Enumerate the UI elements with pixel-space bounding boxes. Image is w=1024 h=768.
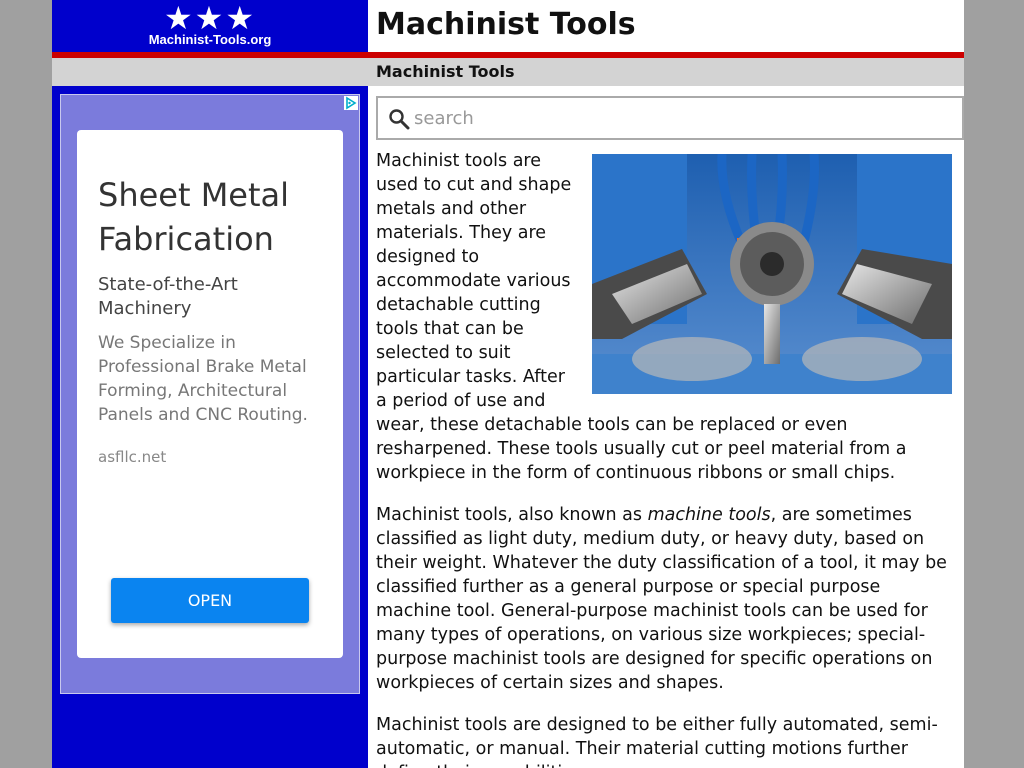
paragraph-classification-rest: , are sometimes classified as light duty… <box>376 505 947 693</box>
search-icon[interactable] <box>388 108 410 130</box>
paragraph-classification: Machinist tools, also known as machine t… <box>376 503 960 695</box>
advertisement[interactable]: Sheet Metal Fabrication State-of-the-Art… <box>60 94 360 694</box>
search-box[interactable] <box>376 96 964 140</box>
logo-stars: ★★★ <box>163 0 257 37</box>
site-logo[interactable]: ★★★ Machinist-Tools.org <box>52 0 368 52</box>
sidebar: Sheet Metal Fabrication State-of-the-Art… <box>52 86 368 768</box>
ad-subheadline: State-of-the-Art Machinery <box>98 274 238 319</box>
page: ★★★ Machinist-Tools.org Machinist Tools … <box>52 0 964 768</box>
paragraph-classification-start: Machinist tools, also known as <box>376 505 648 525</box>
ad-url[interactable]: asfllc.net <box>98 448 166 466</box>
machine-tool-photo <box>592 154 952 394</box>
adchoices-icon[interactable] <box>344 96 358 110</box>
logo-text: Machinist-Tools.org <box>148 32 272 47</box>
breadcrumb[interactable]: Machinist Tools <box>376 58 514 85</box>
page-title: Machinist Tools <box>376 7 636 42</box>
machine-tools-term: machine tools <box>647 505 771 525</box>
main-content: Machinist tools are used to cut and shap… <box>376 149 960 768</box>
ad-open-button[interactable]: OPEN <box>111 578 309 623</box>
ad-body: We Specialize in Professional Brake Meta… <box>98 333 308 425</box>
ad-card[interactable]: Sheet Metal Fabrication State-of-the-Art… <box>77 130 343 658</box>
paragraph-automation: Machinist tools are designed to be eithe… <box>376 715 938 768</box>
search-input[interactable] <box>414 98 944 138</box>
breadcrumb-bar: Machinist Tools <box>52 58 964 86</box>
ad-headline[interactable]: Sheet Metal Fabrication <box>98 173 328 261</box>
